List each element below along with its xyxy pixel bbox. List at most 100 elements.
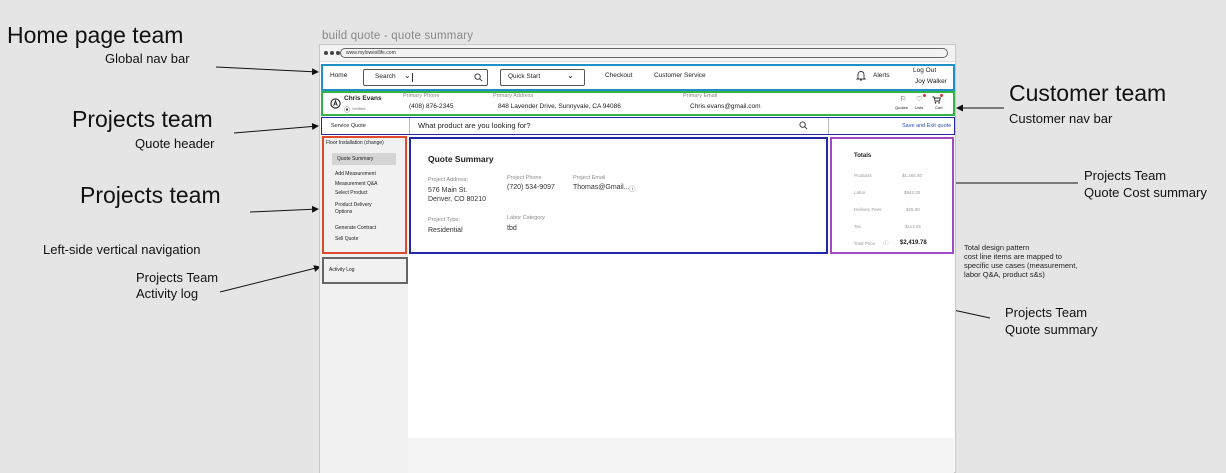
browser-chrome: www.mylowesllife.com (320, 45, 955, 62)
totals-row-label: Tax (854, 224, 862, 229)
nav-customer-service-link[interactable]: Customer Service (654, 72, 706, 79)
totals-panel: Totals Products $1,465.80 Labor $942.20 … (830, 137, 954, 254)
browser-window: www.mylowesllife.com Home Search ⌄ Quick… (319, 44, 956, 473)
arrow-quote-header (233, 123, 319, 134)
project-heading[interactable]: Floor Installation (change) (326, 140, 384, 146)
cart-icon[interactable] (932, 96, 941, 104)
primary-address-label: Primary Address (493, 93, 534, 99)
arrow-left-nav (249, 205, 319, 213)
annotation-projects-header-title: Projects team (72, 106, 213, 132)
nav-item-generate-contract[interactable]: Generate Contract (335, 225, 376, 231)
project-address-line1: 576 Main St. (428, 187, 468, 194)
project-email-label: Project Email (573, 175, 606, 181)
search-icon[interactable] (474, 73, 483, 82)
text-cursor (412, 73, 413, 82)
project-type-label: Project Type: (428, 217, 460, 223)
search-icon[interactable] (799, 121, 808, 130)
primary-email-label: Primary Email (683, 93, 718, 99)
annotation-projects-header-subtitle: Quote header (135, 136, 215, 151)
activity-log[interactable]: Activity Log (322, 257, 408, 284)
nav-item-delivery-options[interactable]: Product Delivery Options (335, 202, 385, 216)
project-phone: (720) 534-9097 (507, 184, 555, 191)
annotation-projects-left-subtitle: Left-side vertical navigation (43, 242, 201, 257)
totals-row-value: $1,465.80 (902, 173, 923, 178)
verified-label: Verified (352, 106, 366, 111)
customer-nav-bar: Chris Evans ⦿ Verified Primary Phone (40… (321, 91, 955, 116)
project-address-label: Project Address: (428, 177, 469, 183)
annotation-home-title: Home page team (7, 22, 184, 48)
divider (409, 118, 410, 134)
totals-row-label: Delivery Fees (854, 207, 882, 212)
annotation-activity-title: Projects Team (136, 270, 219, 285)
window-dot (330, 51, 334, 55)
quote-summary-title: Quote Summary (428, 154, 494, 164)
divider (828, 118, 829, 134)
labor-category: tbd (507, 225, 517, 232)
annotation-quote-summary-title: Projects Team (1005, 305, 1088, 320)
lists-link[interactable]: Lists (915, 105, 923, 110)
nav-home-link[interactable]: Home (330, 72, 347, 79)
quote-summary-panel: Quote Summary Project Address: 576 Main … (409, 137, 828, 254)
left-vertical-nav: Floor Installation (change) Quote Summar… (322, 136, 407, 254)
project-address-line2: Denver, CO 80210 (428, 196, 486, 203)
flag-icon[interactable]: ⚐ (900, 95, 906, 103)
cart-link[interactable]: Cart (935, 105, 943, 110)
labor-category-label: Labor Category (507, 215, 545, 221)
logout-link[interactable]: Log Out (913, 67, 936, 74)
nav-checkout-link[interactable]: Checkout (605, 72, 632, 79)
annotation-quote-summary-subtitle: Quote summary (1005, 322, 1098, 337)
bell-icon[interactable] (856, 70, 866, 81)
nav-alerts-link[interactable]: Alerts (873, 72, 890, 79)
nav-item-measurement-qa[interactable]: Measurement Q&A (335, 181, 378, 187)
primary-address: 848 Lavender Drive, Sunnyvale, CA 94086 (498, 103, 621, 110)
annotation-customer-subtitle: Customer nav bar (1009, 111, 1113, 126)
save-exit-link[interactable]: Save and Exit quote (902, 123, 951, 129)
totals-row-label: Products (854, 173, 872, 178)
info-icon[interactable]: ⓘ (883, 239, 889, 247)
nav-item-add-measurement[interactable]: Add Measurement (335, 171, 376, 177)
wireframe-title: build quote - quote summary (322, 30, 474, 42)
arrow-activity-log (219, 265, 321, 293)
totals-row-value: $25.00 (906, 207, 920, 212)
total-price-value: $2,419.78 (900, 240, 927, 246)
nav-item-select-product[interactable]: Select Product (335, 190, 368, 196)
url-bar[interactable]: www.mylowesllife.com (340, 48, 948, 58)
project-email: Thomas@Gmail... (573, 184, 630, 191)
main-content (408, 254, 954, 438)
design-pattern-note: Total design pattern cost line items are… (964, 243, 1078, 279)
cart-badge (940, 94, 943, 97)
nav-item-label: Quote Summary (337, 156, 374, 162)
customer-name: Chris Evans (344, 95, 382, 102)
product-search-input[interactable]: What product are you looking for? (418, 121, 531, 130)
arrow-global-nav (215, 66, 319, 76)
nav-item-quote-summary[interactable]: Quote Summary (332, 153, 396, 165)
global-nav-bar: Home Search ⌄ Quick Start ⌄ Checkout Cus… (321, 64, 955, 91)
annotation-home-subtitle: Global nav bar (105, 51, 190, 66)
quote-header: Service Quote What product are you looki… (321, 117, 955, 135)
primary-email: Chris.evans@gmail.com (690, 103, 761, 110)
annotation-cost-subtitle: Quote Cost summary (1084, 185, 1207, 200)
quick-start-dropdown[interactable]: Quick Start ⌄ (500, 69, 585, 86)
totals-title: Totals (854, 153, 872, 159)
quotes-link[interactable]: Quotes (895, 105, 908, 110)
search-input[interactable]: Search ⌄ (363, 69, 488, 86)
service-quote-label: Service Quote (331, 123, 366, 129)
content-footer (408, 438, 954, 473)
annotation-customer-title: Customer team (1009, 80, 1167, 106)
primary-phone: (408) 876-2345 (409, 103, 454, 110)
info-icon[interactable]: ⓘ (629, 183, 636, 193)
verified-icon: ⦿ (344, 108, 351, 114)
lists-badge (923, 94, 926, 97)
user-name: Joy Walker (915, 78, 947, 85)
heart-icon[interactable]: ♡ (916, 95, 922, 103)
nav-item-sell-quote[interactable]: Sell Quote (335, 236, 358, 242)
window-dot (324, 51, 328, 55)
totals-row-label: Labor (854, 190, 866, 195)
totals-row-value: $942.20 (904, 190, 921, 195)
chevron-down-icon: ⌄ (567, 71, 574, 80)
project-phone-label: Project Phone (507, 175, 542, 181)
annotation-cost-title: Projects Team (1084, 168, 1167, 183)
avatar (330, 98, 341, 109)
quick-start-label: Quick Start (508, 73, 541, 80)
activity-log-label: Activity Log (329, 267, 355, 273)
